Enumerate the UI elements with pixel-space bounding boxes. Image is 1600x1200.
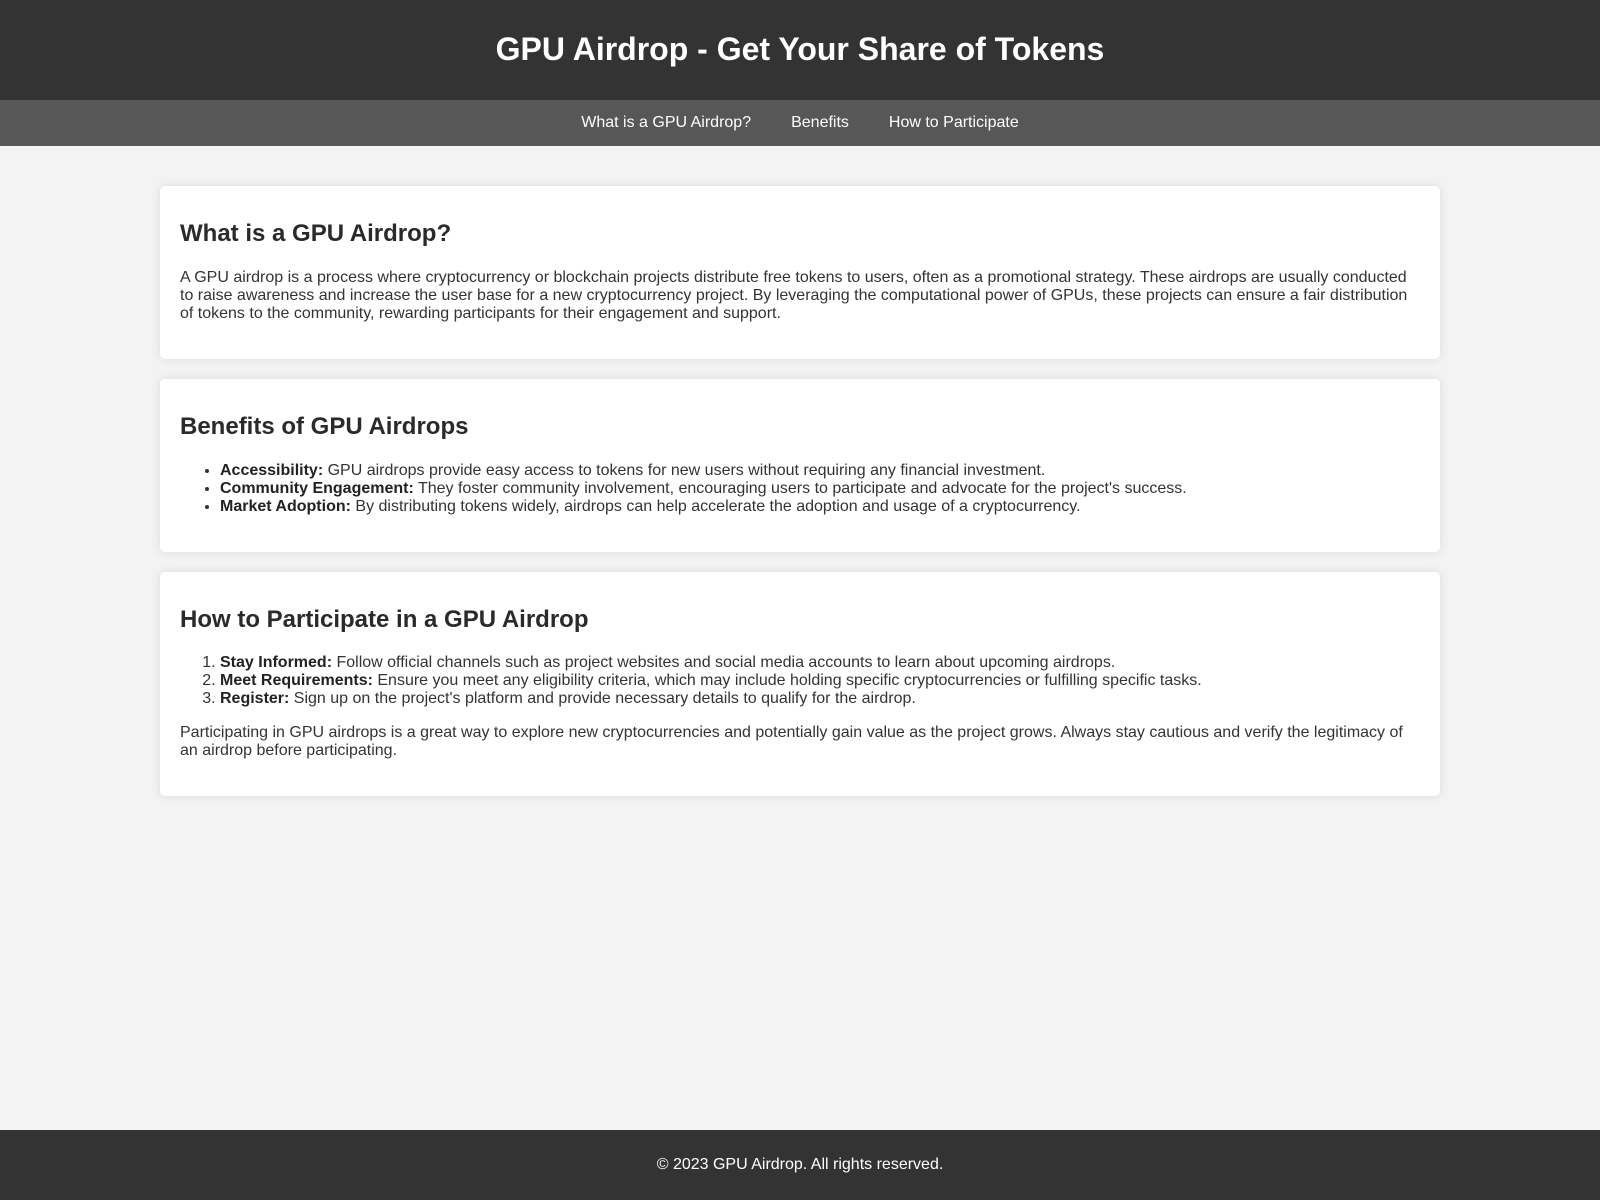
section-heading: What is a GPU Airdrop? — [180, 220, 452, 247]
list-item-term: Stay Informed: — [220, 654, 333, 672]
section-what-is: What is a GPU Airdrop? A GPU airdrop is … — [160, 186, 1440, 359]
page: GPU Airdrop - Get Your Share of Tokens W… — [0, 0, 1600, 1200]
section-heading: How to Participate in a GPU Airdrop — [180, 605, 589, 633]
list-item-term: Register: — [220, 690, 290, 708]
list-item: Market Adoption: By distributing tokens … — [220, 498, 1420, 516]
nav-link-how-to-participate[interactable]: How to Participate — [889, 114, 1019, 132]
list-item-text: Follow official channels such as project… — [332, 654, 1116, 672]
list-item: Meet Requirements: Ensure you meet any e… — [220, 672, 1420, 690]
page-title: GPU Airdrop - Get Your Share of Tokens — [495, 31, 1105, 67]
nav-link-benefits[interactable]: Benefits — [791, 114, 849, 132]
list-item: Accessibility: GPU airdrops provide easy… — [220, 462, 1420, 480]
site-header: GPU Airdrop - Get Your Share of Tokens — [0, 0, 1600, 100]
site-footer: © 2023 GPU Airdrop. All rights reserved. — [0, 1130, 1600, 1200]
section-how-to-participate: How to Participate in a GPU Airdrop Stay… — [160, 571, 1440, 797]
list-item-term: Community Engagement: — [220, 479, 414, 497]
list-item-text: Ensure you meet any eligibility criteria… — [372, 672, 1202, 690]
list-item-text: Sign up on the project's platform and pr… — [289, 690, 916, 708]
benefits-list: Accessibility: GPU airdrops provide easy… — [180, 462, 1420, 516]
list-item-text: GPU airdrops provide easy access to toke… — [323, 461, 1046, 479]
section-heading: Benefits of GPU Airdrops — [180, 412, 469, 440]
section-paragraph: Participating in GPU airdrops is a great… — [180, 724, 1403, 760]
list-item-term: Meet Requirements: — [220, 672, 373, 690]
list-item: Register: Sign up on the project's platf… — [220, 690, 1420, 708]
list-item-term: Accessibility: — [220, 461, 324, 479]
main-nav: What is a GPU Airdrop? Benefits How to P… — [0, 100, 1600, 146]
list-item: Stay Informed: Follow official channels … — [220, 654, 1420, 672]
list-item-text: By distributing tokens widely, airdrops … — [350, 497, 1081, 515]
list-item: Community Engagement: They foster commun… — [220, 480, 1420, 498]
copyright-text: © 2023 GPU Airdrop. All rights reserved. — [656, 1156, 944, 1173]
list-item-term: Market Adoption: — [220, 497, 351, 515]
steps-list: Stay Informed: Follow official channels … — [180, 654, 1420, 708]
section-benefits: Benefits of GPU Airdrops Accessibility: … — [160, 378, 1440, 552]
main-content: What is a GPU Airdrop? A GPU airdrop is … — [160, 186, 1440, 797]
section-paragraph: A GPU airdrop is a process where cryptoc… — [180, 268, 1408, 322]
nav-link-what-is[interactable]: What is a GPU Airdrop? — [581, 114, 751, 132]
list-item-text: They foster community involvement, encou… — [413, 479, 1187, 497]
